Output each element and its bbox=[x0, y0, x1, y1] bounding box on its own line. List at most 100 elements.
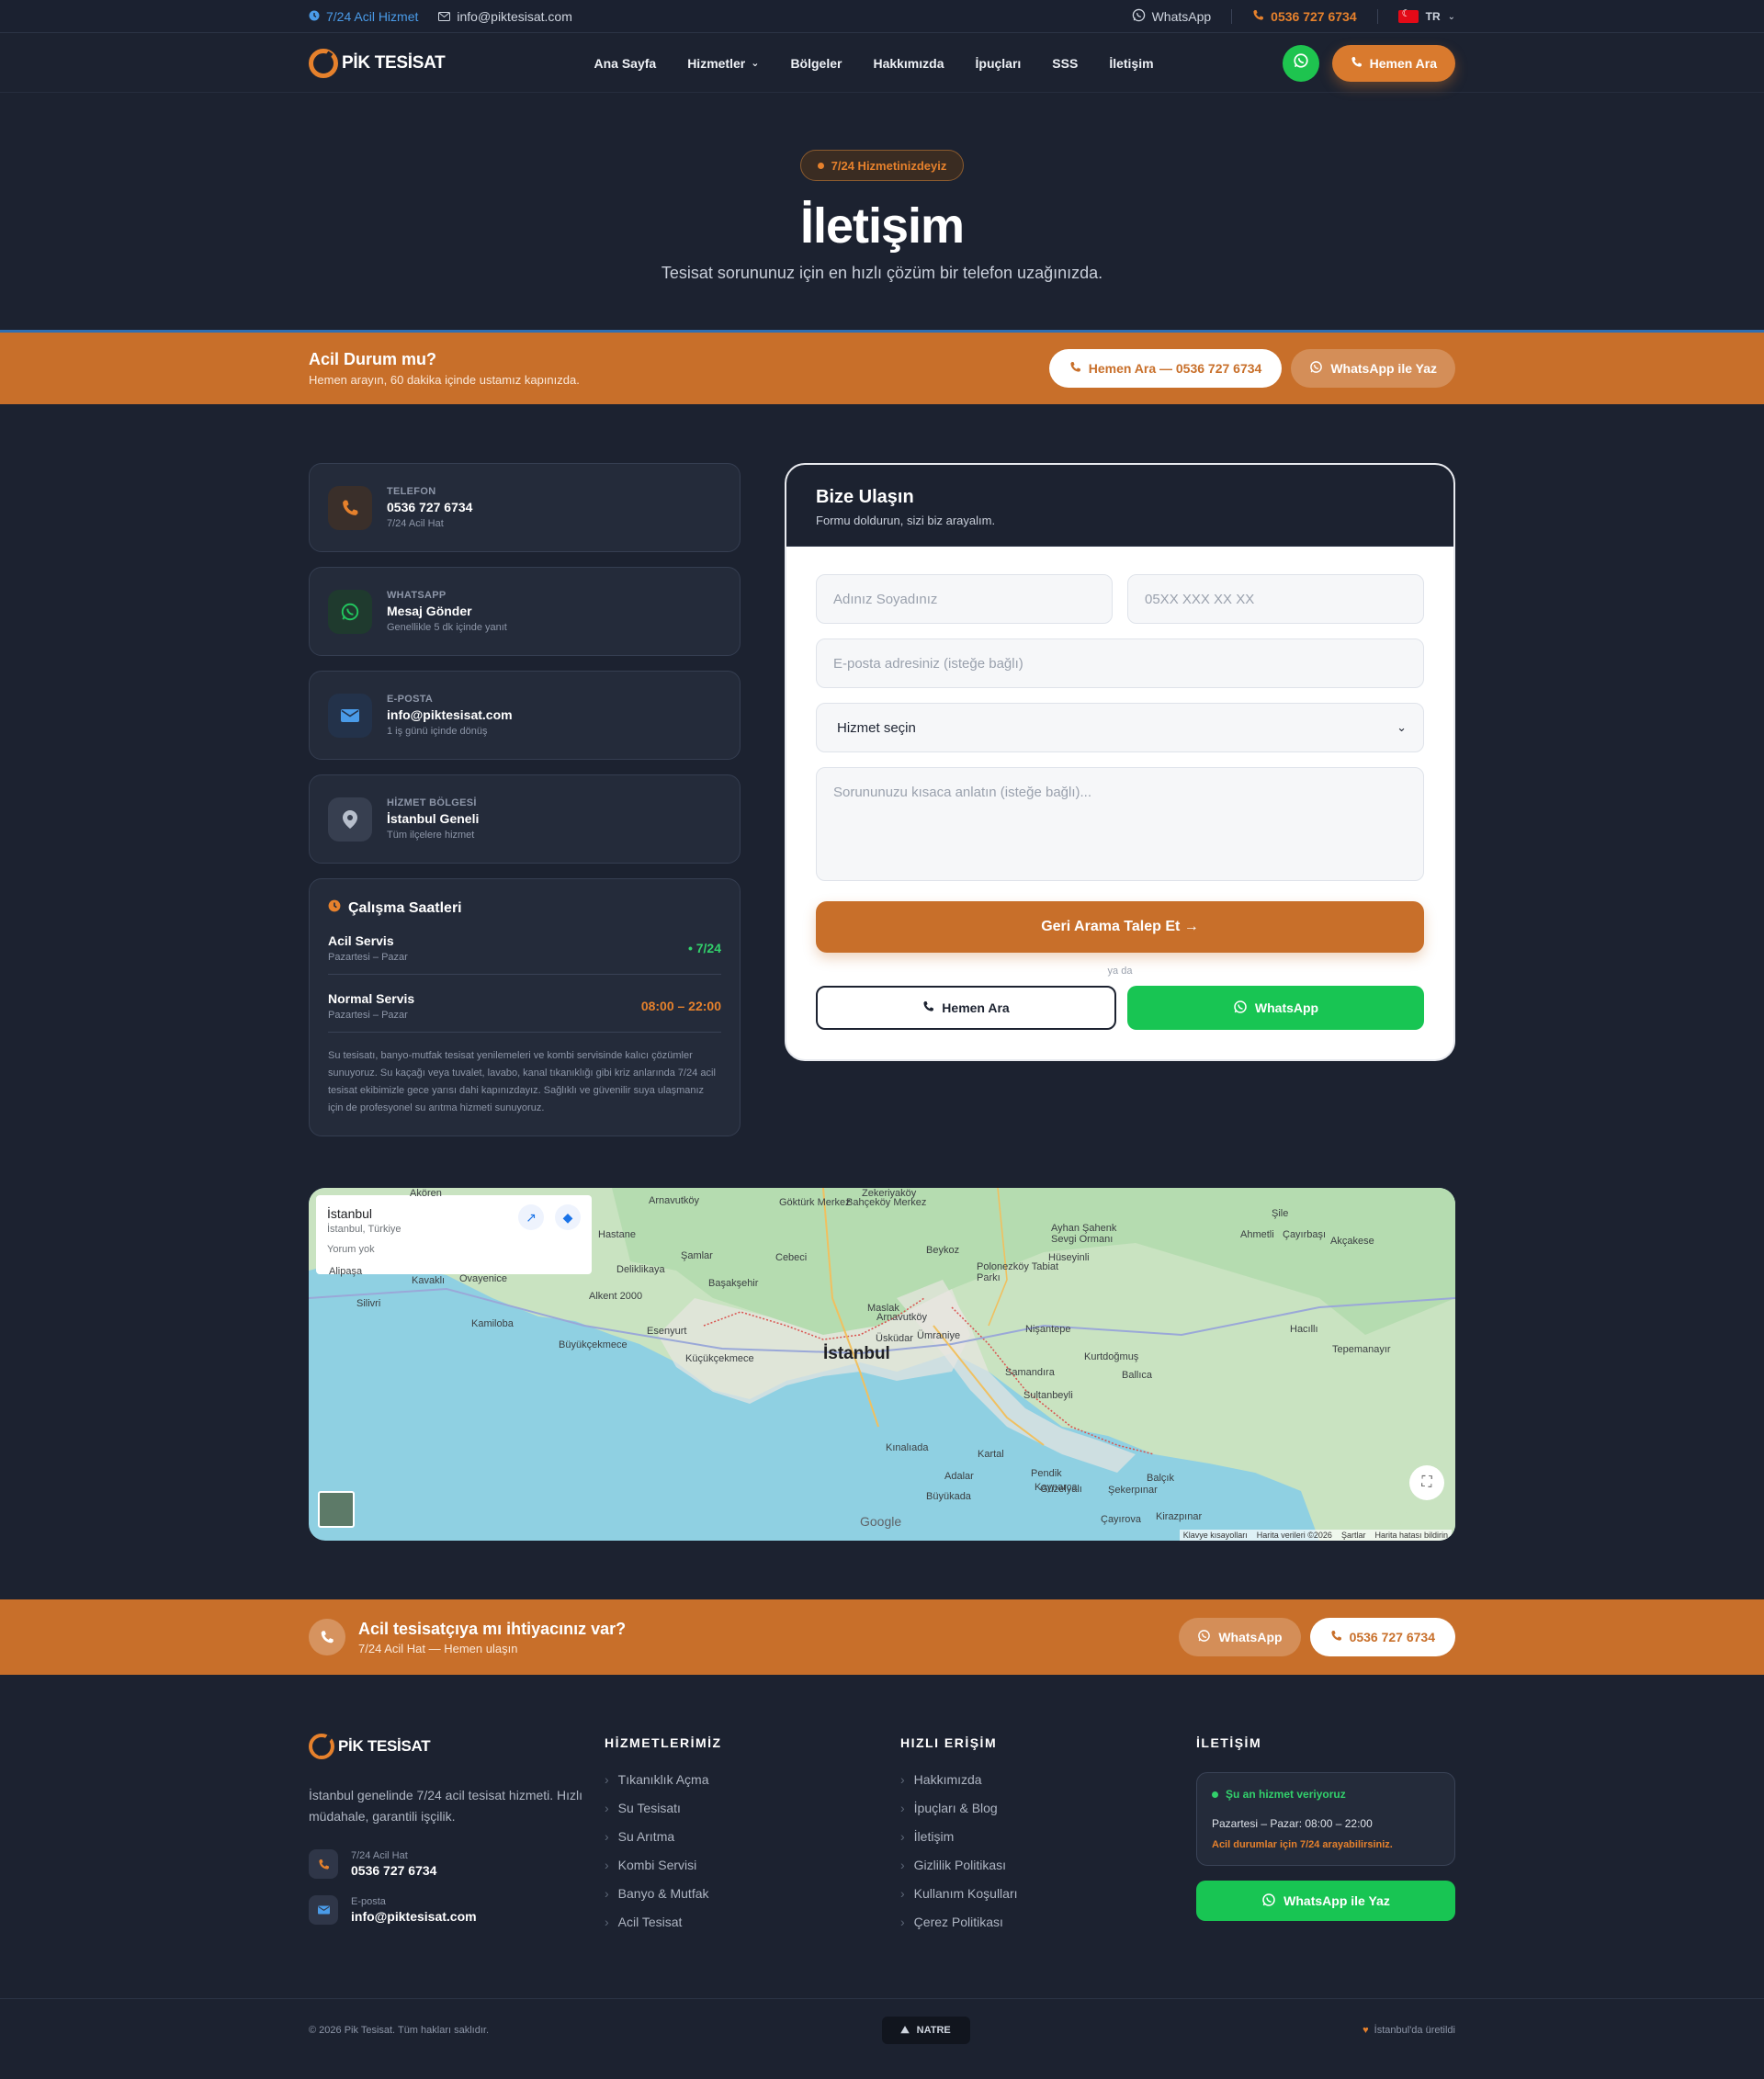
footer-link[interactable]: Banyo & Mutfak bbox=[605, 1886, 900, 1901]
card-label: WHATSAPP bbox=[387, 590, 447, 601]
footer-link[interactable]: Su Arıtma bbox=[605, 1829, 900, 1844]
footer-link[interactable]: Kombi Servisi bbox=[605, 1858, 900, 1872]
whatsapp-icon bbox=[1293, 52, 1309, 73]
form-call-button[interactable]: Hemen Ara bbox=[816, 986, 1116, 1030]
footer-link[interactable]: Kullanım Koşulları bbox=[900, 1886, 1196, 1901]
copyright-text: © 2026 Pik Tesisat. Tüm hakları saklıdır… bbox=[309, 2025, 490, 2036]
fullscreen-toggle-icon[interactable]: ⛶ bbox=[1409, 1465, 1444, 1500]
map-label: Polonezköy Tabiat Parkı bbox=[977, 1261, 1059, 1283]
map-place-address: İstanbul, Türkiye bbox=[327, 1224, 401, 1235]
map-label: Kamiloba bbox=[471, 1318, 514, 1329]
mail-icon bbox=[328, 693, 372, 738]
nav-item-contact[interactable]: İletişim bbox=[1109, 56, 1153, 71]
logo-text: PİK TESİSAT bbox=[342, 52, 446, 73]
footer-link[interactable]: Gizlilik Politikası bbox=[900, 1858, 1196, 1872]
maker-badge[interactable]: ⛰ NATRE bbox=[881, 2017, 970, 2044]
map-label: Nişantepe bbox=[1025, 1324, 1071, 1335]
email-text: info@piktesisat.com bbox=[457, 9, 572, 24]
footer-link[interactable]: Çerez Politikası bbox=[900, 1915, 1196, 1929]
logo-mark-icon bbox=[309, 1734, 334, 1759]
map-section: İstanbul İstanbul, Türkiye Yorum yok ↗ ◆… bbox=[0, 1136, 1764, 1541]
map-label: Ümraniye bbox=[917, 1330, 961, 1341]
card-sub: Genellikle 5 dk içinde yanıt bbox=[387, 622, 507, 633]
card-label: TELEFON bbox=[387, 486, 436, 497]
service-select[interactable]: Hizmet seçin ⌄ bbox=[816, 703, 1424, 752]
logo-mark-icon bbox=[309, 48, 338, 78]
satellite-toggle-button[interactable] bbox=[318, 1491, 355, 1528]
map-label: Kirazpınar bbox=[1156, 1511, 1203, 1522]
footer-description: İstanbul genelinde 7/24 acil tesisat hiz… bbox=[309, 1788, 583, 1824]
emergency-call-button[interactable]: Hemen Ara — 0536 727 6734 bbox=[1048, 349, 1283, 388]
status-dot-icon bbox=[1212, 1791, 1218, 1798]
cta-whatsapp-button[interactable]: WhatsApp bbox=[1179, 1618, 1301, 1656]
contact-card-whatsapp[interactable]: WHATSAPP Mesaj Gönder Genellikle 5 dk için… bbox=[309, 567, 741, 656]
topbar: 7/24 Acil Hizmet info@piktesisat.com Wha… bbox=[0, 0, 1764, 33]
nav-item-about[interactable]: Hakkımızda bbox=[873, 56, 944, 71]
topbar-whatsapp-link[interactable]: WhatsApp bbox=[1132, 8, 1211, 25]
map-label: Şekerpınar bbox=[1108, 1485, 1158, 1496]
name-input[interactable]: Adınız Soyadınız bbox=[816, 574, 1113, 624]
google-map[interactable]: İstanbul İstanbul, Türkiye Yorum yok ↗ ◆… bbox=[309, 1188, 1455, 1541]
form-whatsapp-button[interactable]: WhatsApp bbox=[1127, 986, 1424, 1030]
footer-email-label: E-posta bbox=[351, 1896, 386, 1907]
nav-item-services[interactable]: Hizmetler ⌄ bbox=[687, 56, 759, 71]
emergency-link[interactable]: 7/24 Acil Hizmet bbox=[309, 9, 418, 24]
google-logo: Google bbox=[860, 1514, 902, 1529]
contact-card-email[interactable]: E-POSTA info@piktesisat.com 1 iş günü için… bbox=[309, 671, 741, 760]
cta-call-label: 0536 727 6734 bbox=[1349, 1630, 1435, 1644]
language-selector[interactable]: TR ⌄ bbox=[1397, 7, 1455, 23]
emergency-whatsapp-button[interactable]: WhatsApp ile Yaz bbox=[1291, 349, 1455, 388]
phone-icon bbox=[1351, 56, 1363, 71]
contact-card-region[interactable]: HİZMET BÖLGESİ İstanbul Geneli Tüm ilçeler… bbox=[309, 774, 741, 864]
footer-link[interactable]: Acil Tesisat bbox=[605, 1915, 900, 1929]
nav-item-home[interactable]: Ana Sayfa bbox=[594, 56, 656, 71]
nav-item-tips[interactable]: İpuçları bbox=[976, 56, 1022, 71]
email-link[interactable]: info@piktesisat.com bbox=[438, 9, 572, 24]
footer-link[interactable]: Tıkanıklık Açma bbox=[605, 1772, 900, 1787]
directions-icon[interactable]: ◆ bbox=[555, 1204, 581, 1230]
footer-link[interactable]: Hakkımızda bbox=[900, 1772, 1196, 1787]
keyboard-shortcuts-link[interactable]: Klavye kısayolları bbox=[1183, 1531, 1248, 1540]
map-label: Ahmetli bbox=[1240, 1229, 1274, 1240]
map-label: Akçakese bbox=[1330, 1236, 1374, 1247]
nav-whatsapp-button[interactable] bbox=[1282, 44, 1319, 82]
whatsapp-icon bbox=[1132, 8, 1146, 25]
open-in-maps-icon[interactable]: ↗ bbox=[518, 1204, 544, 1230]
nav-item-faq[interactable]: SSS bbox=[1052, 56, 1078, 71]
phone-input[interactable]: 05XX XXX XX XX bbox=[1127, 574, 1424, 624]
footer-email[interactable]: E-posta info@piktesisat.com bbox=[309, 1895, 605, 1925]
footer-hotline[interactable]: 7/24 Acil Hat 0536 727 6734 bbox=[309, 1849, 605, 1879]
callback-submit-button[interactable]: Geri Arama Talep Et → bbox=[816, 901, 1424, 953]
footer-link[interactable]: İletişim bbox=[900, 1829, 1196, 1844]
email-input[interactable]: E-posta adresiniz (isteğe bağlı) bbox=[816, 638, 1424, 688]
cta-call-button[interactable]: 0536 727 6734 bbox=[1309, 1618, 1455, 1656]
contact-info-column: TELEFON 0536 727 6734 7/24 Acil Hat WHATSA… bbox=[309, 463, 741, 1136]
site-logo[interactable]: PİK TESİSAT bbox=[309, 48, 446, 78]
contact-card-phone[interactable]: TELEFON 0536 727 6734 7/24 Acil Hat bbox=[309, 463, 741, 552]
form-title: Bize Ulaşın bbox=[816, 487, 914, 507]
nav-call-button[interactable]: Hemen Ara bbox=[1331, 44, 1455, 82]
working-hours-card: Çalışma Saatleri Acil Servis Pazartesi – … bbox=[309, 878, 741, 1136]
message-textarea[interactable]: Sorununuzu kısaca anlatın (isteğe bağlı)… bbox=[816, 767, 1424, 881]
footer-quick-column: HIZLI ERİŞİM Hakkımızda İpuçları & Blog … bbox=[900, 1734, 1196, 1943]
nav-item-regions[interactable]: Bölgeler bbox=[790, 56, 842, 71]
map-label: Şile bbox=[1272, 1208, 1289, 1219]
report-error-link[interactable]: Harita hatası bildirin bbox=[1374, 1531, 1448, 1540]
topbar-phone-link[interactable]: 0536 727 6734 bbox=[1252, 9, 1357, 24]
form-call-label: Hemen Ara bbox=[942, 1000, 1010, 1015]
footer-whatsapp-button[interactable]: WhatsApp ile Yaz bbox=[1196, 1881, 1455, 1921]
footer-link[interactable]: İpuçları & Blog bbox=[900, 1801, 1196, 1815]
terms-link[interactable]: Şartlar bbox=[1341, 1531, 1366, 1540]
hours-row-sub: Pazartesi – Pazar bbox=[328, 1010, 408, 1021]
hours-row-value: 08:00 – 22:00 bbox=[640, 999, 721, 1013]
map-label: Hacıllı bbox=[1290, 1324, 1318, 1335]
card-label: HİZMET BÖLGESİ bbox=[387, 797, 477, 808]
hero-badge-text: 7/24 Hizmetinizdeyiz bbox=[831, 158, 947, 173]
footer-link[interactable]: Su Tesisatı bbox=[605, 1801, 900, 1815]
whatsapp-icon bbox=[1309, 360, 1323, 377]
hours-row-normal: Normal Servis Pazartesi – Pazar 08:00 – 2… bbox=[328, 975, 721, 1033]
divider bbox=[1231, 9, 1233, 24]
footer-logo[interactable]: PİK TESİSAT bbox=[309, 1734, 605, 1759]
map-label: Samandıra bbox=[1005, 1367, 1055, 1378]
map-label: Beykoz bbox=[926, 1245, 960, 1256]
